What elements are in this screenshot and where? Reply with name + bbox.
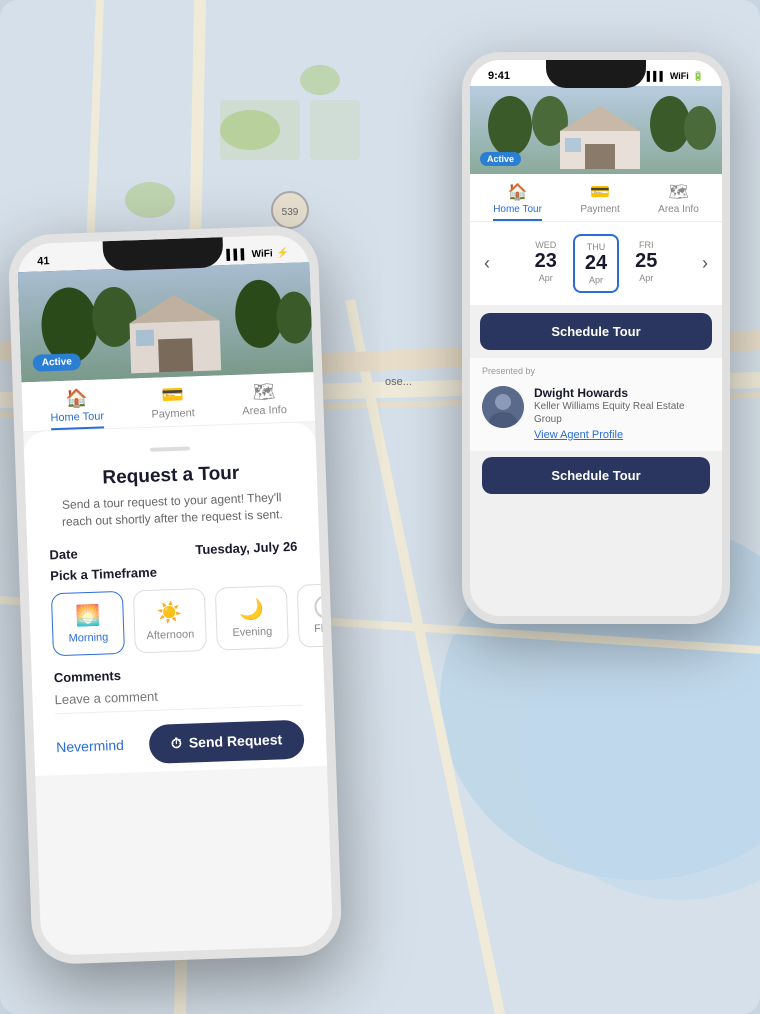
sheet-description: Send a tour request to your agent! They'… — [48, 489, 297, 531]
calendar-days: WED 23 Apr THU 24 Apr FRI 25 Apr — [498, 234, 694, 293]
battery-left: ⚡ — [276, 247, 289, 258]
svg-text:ose...: ose... — [385, 376, 412, 388]
property-image-right: Active — [470, 86, 722, 174]
agent-name: Dwight Howards — [534, 386, 710, 400]
wifi-left: WiFi — [251, 248, 272, 260]
notch-left — [103, 237, 224, 271]
view-agent-profile-link[interactable]: View Agent Profile — [534, 429, 710, 441]
tab-home-tour-left[interactable]: 🏠 Home Tour — [49, 387, 104, 430]
phone-right: 9:41 ▌▌▌ WiFi 🔋 — [462, 52, 730, 624]
home-icon-left: 🏠 — [65, 388, 88, 410]
date-row: Date Tuesday, July 26 — [49, 538, 297, 562]
property-image-left: Active — [18, 262, 314, 382]
time-left: 41 — [37, 255, 50, 267]
area-icon-right: 🗺 — [668, 182, 688, 202]
nevermind-button[interactable]: Nevermind — [56, 737, 124, 755]
phone-left: 41 ▌▌▌ WiFi ⚡ Active — [7, 225, 342, 965]
notch-right — [546, 60, 646, 88]
battery-right: 🔋 — [693, 71, 704, 82]
modal-sheet: Request a Tour Send a tour request to yo… — [23, 422, 327, 776]
afternoon-icon: ☀️ — [157, 599, 183, 625]
tabs-right: 🏠 Home Tour 💳 Payment 🗺 Area Info — [470, 174, 722, 222]
tab-home-tour-right[interactable]: 🏠 Home Tour — [493, 182, 542, 221]
time-right: 9:41 — [488, 70, 510, 82]
day-wed[interactable]: WED 23 Apr — [525, 234, 567, 293]
evening-icon: 🌙 — [239, 597, 265, 623]
calendar-nav: ‹ WED 23 Apr THU 24 Apr FRI 25 Apr › — [480, 234, 712, 293]
agent-company: Keller Williams Equity Real Estate Group — [534, 400, 710, 426]
signal-left: ▌▌▌ — [226, 249, 248, 261]
option-evening[interactable]: 🌙 Evening — [215, 585, 289, 650]
morning-icon: 🌅 — [75, 602, 101, 628]
schedule-tour-btn-2[interactable]: Schedule Tour — [482, 457, 710, 494]
payment-icon-right: 💳 — [590, 182, 610, 202]
svg-text:539: 539 — [282, 207, 299, 218]
calendar-section: ‹ WED 23 Apr THU 24 Apr FRI 25 Apr › — [470, 222, 722, 305]
next-arrow[interactable]: › — [698, 253, 712, 274]
send-icon: ⏱ — [171, 734, 183, 751]
send-request-button[interactable]: ⏱ Send Request — [148, 719, 305, 763]
payment-icon-left: 💳 — [161, 385, 184, 407]
agent-info: Dwight Howards Keller Williams Equity Re… — [534, 386, 710, 441]
sheet-footer: Nevermind ⏱ Send Request — [55, 705, 305, 775]
date-value: Tuesday, July 26 — [195, 538, 298, 557]
day-thu[interactable]: THU 24 Apr — [573, 234, 619, 293]
signal-right: ▌▌▌ — [647, 71, 666, 81]
area-icon-left: 🗺 — [252, 381, 276, 403]
sheet-title: Request a Tour — [47, 461, 296, 492]
timeframe-options: 🌅 Morning ☀️ Afternoon 🌙 Evening Flexit — [51, 584, 301, 656]
tab-area-info-right[interactable]: 🗺 Area Info — [658, 182, 699, 221]
option-morning[interactable]: 🌅 Morning — [51, 590, 125, 655]
agent-avatar — [482, 386, 524, 428]
day-fri[interactable]: FRI 25 Apr — [625, 234, 667, 293]
timeframe-label: Pick a Timeframe — [50, 559, 298, 583]
active-badge-right: Active — [480, 152, 521, 166]
active-badge-left: Active — [33, 353, 82, 372]
home-icon-right: 🏠 — [508, 182, 528, 202]
tab-payment-right[interactable]: 💳 Payment — [580, 182, 619, 221]
wifi-right: WiFi — [670, 71, 689, 81]
tab-area-info-left[interactable]: 🗺 Area Info — [241, 381, 287, 424]
date-label: Date — [49, 546, 78, 562]
prev-arrow[interactable]: ‹ — [480, 253, 494, 274]
sheet-handle — [150, 446, 190, 451]
presented-by-label: Presented by — [470, 358, 722, 380]
tab-payment-left[interactable]: 💳 Payment — [150, 384, 195, 426]
schedule-tour-btn-1[interactable]: Schedule Tour — [480, 313, 712, 350]
agent-section: Dwight Howards Keller Williams Equity Re… — [470, 380, 722, 451]
option-afternoon[interactable]: ☀️ Afternoon — [133, 588, 207, 653]
comments-label: Comments — [54, 661, 302, 685]
